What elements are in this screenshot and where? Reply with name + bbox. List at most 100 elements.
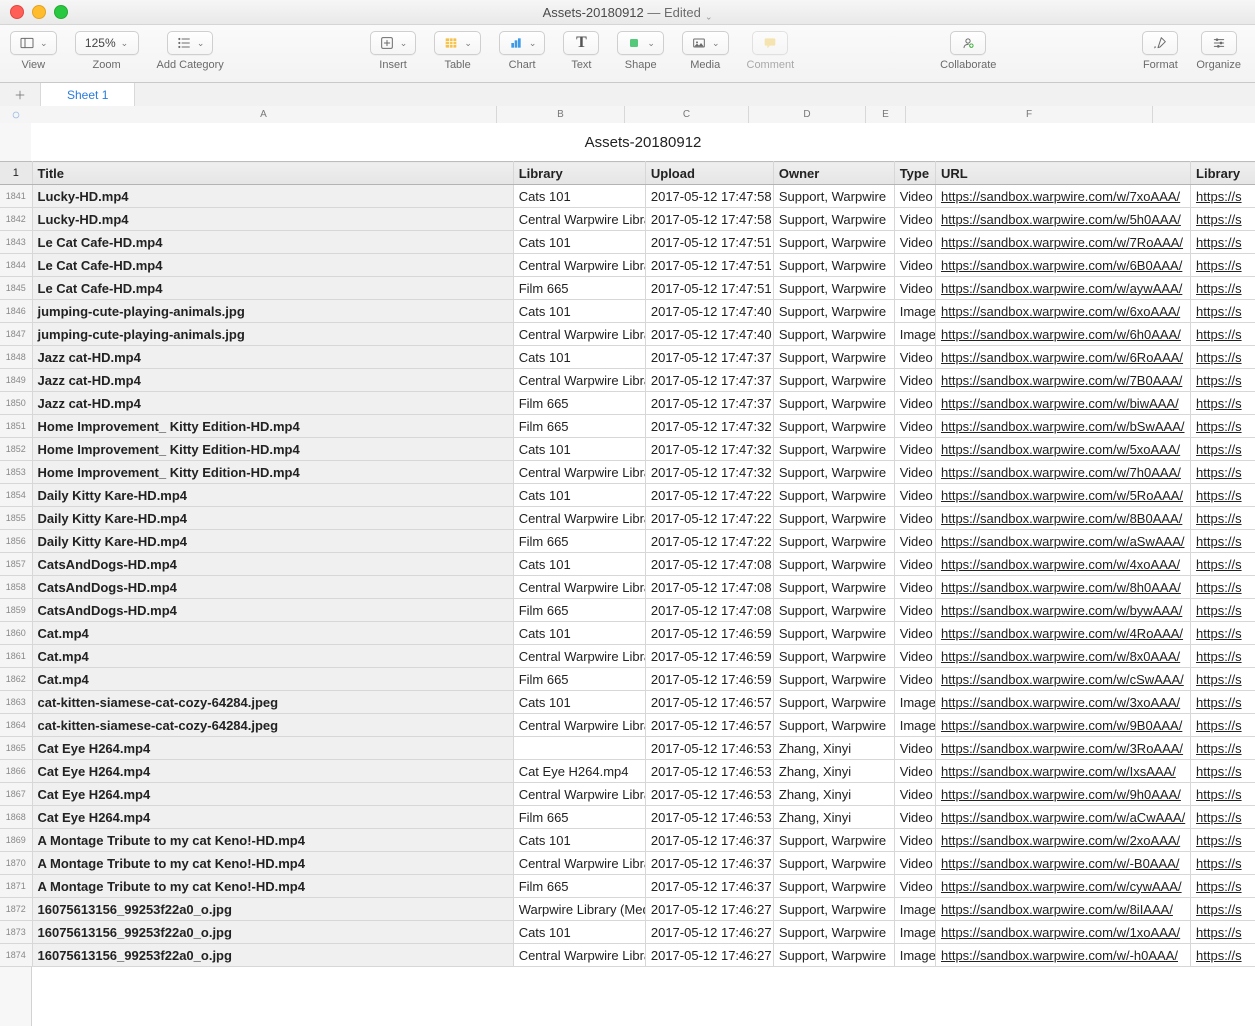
cell-upload[interactable]: 2017-05-12 17:46:37 [645,875,773,898]
cell-owner[interactable]: Support, Warpwire [773,668,894,691]
cell-title[interactable]: CatsAndDogs-HD.mp4 [32,576,513,599]
row-number[interactable]: 1864 [0,714,32,737]
cell-owner[interactable]: Support, Warpwire [773,369,894,392]
minimize-window-button[interactable] [32,5,46,19]
cell-url[interactable]: https://sandbox.warpwire.com/w/6B0AAA/ [936,254,1191,277]
cell-url[interactable]: https://sandbox.warpwire.com/w/aCwAAA/ [936,806,1191,829]
add-category-button[interactable]: ⌄ [167,31,214,55]
cell-type[interactable]: Video [894,208,935,231]
cell-title[interactable]: Jazz cat-HD.mp4 [32,392,513,415]
cell-type[interactable]: Image [894,714,935,737]
cell-title[interactable]: Jazz cat-HD.mp4 [32,369,513,392]
header-upload[interactable]: Upload [645,162,773,185]
cell-url[interactable]: https://sandbox.warpwire.com/w/8iIAAA/ [936,898,1191,921]
row-number[interactable]: 1853 [0,461,32,484]
cell-library-url[interactable]: https://s [1191,852,1255,875]
cell-library[interactable]: Cats 101 [513,438,645,461]
cell-library[interactable]: Central Warpwire Librar [513,783,645,806]
cell-library[interactable]: Cats 101 [513,829,645,852]
cell-library[interactable]: Film 665 [513,392,645,415]
cell-owner[interactable]: Support, Warpwire [773,576,894,599]
cell-title[interactable]: CatsAndDogs-HD.mp4 [32,599,513,622]
cell-library-url[interactable]: https://s [1191,530,1255,553]
cell-library[interactable]: Central Warpwire Librar [513,507,645,530]
cell-library-url[interactable]: https://s [1191,484,1255,507]
cell-library-url[interactable]: https://s [1191,438,1255,461]
cell-title[interactable]: Cat Eye H264.mp4 [32,783,513,806]
cell-owner[interactable]: Support, Warpwire [773,415,894,438]
cell-library[interactable]: Central Warpwire Librar [513,576,645,599]
cell-title[interactable]: 16075613156_99253f22a0_o.jpg [32,944,513,967]
cell-library-url[interactable]: https://s [1191,576,1255,599]
cell-library[interactable]: Central Warpwire Librar [513,645,645,668]
cell-title[interactable]: Cat Eye H264.mp4 [32,806,513,829]
cell-upload[interactable]: 2017-05-12 17:47:32 [645,461,773,484]
cell-title[interactable]: Lucky-HD.mp4 [32,185,513,208]
header-library_url[interactable]: Library [1191,162,1255,185]
sheet-tab[interactable]: Sheet 1 [41,83,135,108]
cell-upload[interactable]: 2017-05-12 17:47:51 [645,231,773,254]
cell-type[interactable]: Video [894,231,935,254]
cell-library-url[interactable]: https://s [1191,277,1255,300]
media-button[interactable]: ⌄ [682,31,729,55]
cell-url[interactable]: https://sandbox.warpwire.com/w/aywAAA/ [936,277,1191,300]
cell-type[interactable]: Video [894,576,935,599]
cell-upload[interactable]: 2017-05-12 17:46:27 [645,921,773,944]
cell-library-url[interactable]: https://s [1191,369,1255,392]
cell-library[interactable]: Warpwire Library (Medi [513,898,645,921]
cell-owner[interactable]: Zhang, Xinyi [773,783,894,806]
cell-upload[interactable]: 2017-05-12 17:47:58 [645,185,773,208]
cell-url[interactable]: https://sandbox.warpwire.com/w/3RoAAA/ [936,737,1191,760]
cell-url[interactable]: https://sandbox.warpwire.com/w/cywAAA/ [936,875,1191,898]
cell-owner[interactable]: Support, Warpwire [773,599,894,622]
cell-url[interactable]: https://sandbox.warpwire.com/w/7xoAAA/ [936,185,1191,208]
close-window-button[interactable] [10,5,24,19]
cell-upload[interactable]: 2017-05-12 17:46:53 [645,806,773,829]
cell-library[interactable]: Cats 101 [513,691,645,714]
shape-button[interactable]: ⌄ [617,31,664,55]
cell-url[interactable]: https://sandbox.warpwire.com/w/IxsAAA/ [936,760,1191,783]
header-library[interactable]: Library [513,162,645,185]
cell-library-url[interactable]: https://s [1191,760,1255,783]
cell-url[interactable]: https://sandbox.warpwire.com/w/5h0AAA/ [936,208,1191,231]
header-type[interactable]: Type [894,162,935,185]
cell-url[interactable]: https://sandbox.warpwire.com/w/8h0AAA/ [936,576,1191,599]
column-header-C[interactable]: C [625,106,749,123]
table-title[interactable]: Assets-20180912 [31,123,1255,161]
column-header-A[interactable]: A [31,106,497,123]
cell-upload[interactable]: 2017-05-12 17:46:53 [645,760,773,783]
cell-upload[interactable]: 2017-05-12 17:47:37 [645,346,773,369]
cell-library[interactable]: Central Warpwire Librar [513,254,645,277]
cell-url[interactable]: https://sandbox.warpwire.com/w/4RoAAA/ [936,622,1191,645]
cell-url[interactable]: https://sandbox.warpwire.com/w/6xoAAA/ [936,300,1191,323]
cell-library[interactable]: Cats 101 [513,185,645,208]
cell-library[interactable]: Central Warpwire Librar [513,323,645,346]
cell-url[interactable]: https://sandbox.warpwire.com/w/8x0AAA/ [936,645,1191,668]
table-scroll-area[interactable]: 1TitleLibraryUploadOwnerTypeURLLibrary18… [0,161,1255,1026]
row-number[interactable]: 1846 [0,300,32,323]
cell-upload[interactable]: 2017-05-12 17:47:37 [645,392,773,415]
cell-url[interactable]: https://sandbox.warpwire.com/w/7h0AAA/ [936,461,1191,484]
cell-owner[interactable]: Zhang, Xinyi [773,806,894,829]
cell-owner[interactable]: Support, Warpwire [773,553,894,576]
cell-library[interactable] [513,737,645,760]
cell-library[interactable]: Cats 101 [513,484,645,507]
row-number[interactable]: 1870 [0,852,32,875]
row-number[interactable]: 1866 [0,760,32,783]
cell-library-url[interactable]: https://s [1191,185,1255,208]
cell-upload[interactable]: 2017-05-12 17:47:37 [645,369,773,392]
cell-library[interactable]: Film 665 [513,875,645,898]
row-number[interactable]: 1855 [0,507,32,530]
cell-upload[interactable]: 2017-05-12 17:47:22 [645,530,773,553]
row-number[interactable]: 1845 [0,277,32,300]
cell-library-url[interactable]: https://s [1191,668,1255,691]
cell-upload[interactable]: 2017-05-12 17:47:22 [645,484,773,507]
cell-title[interactable]: Home Improvement_ Kitty Edition-HD.mp4 [32,415,513,438]
cell-title[interactable]: Cat.mp4 [32,668,513,691]
cell-upload[interactable]: 2017-05-12 17:46:59 [645,622,773,645]
cell-library-url[interactable]: https://s [1191,300,1255,323]
row-number[interactable]: 1871 [0,875,32,898]
zoom-select[interactable]: 125%⌄ [75,31,139,55]
cell-type[interactable]: Image [894,898,935,921]
cell-library-url[interactable]: https://s [1191,507,1255,530]
